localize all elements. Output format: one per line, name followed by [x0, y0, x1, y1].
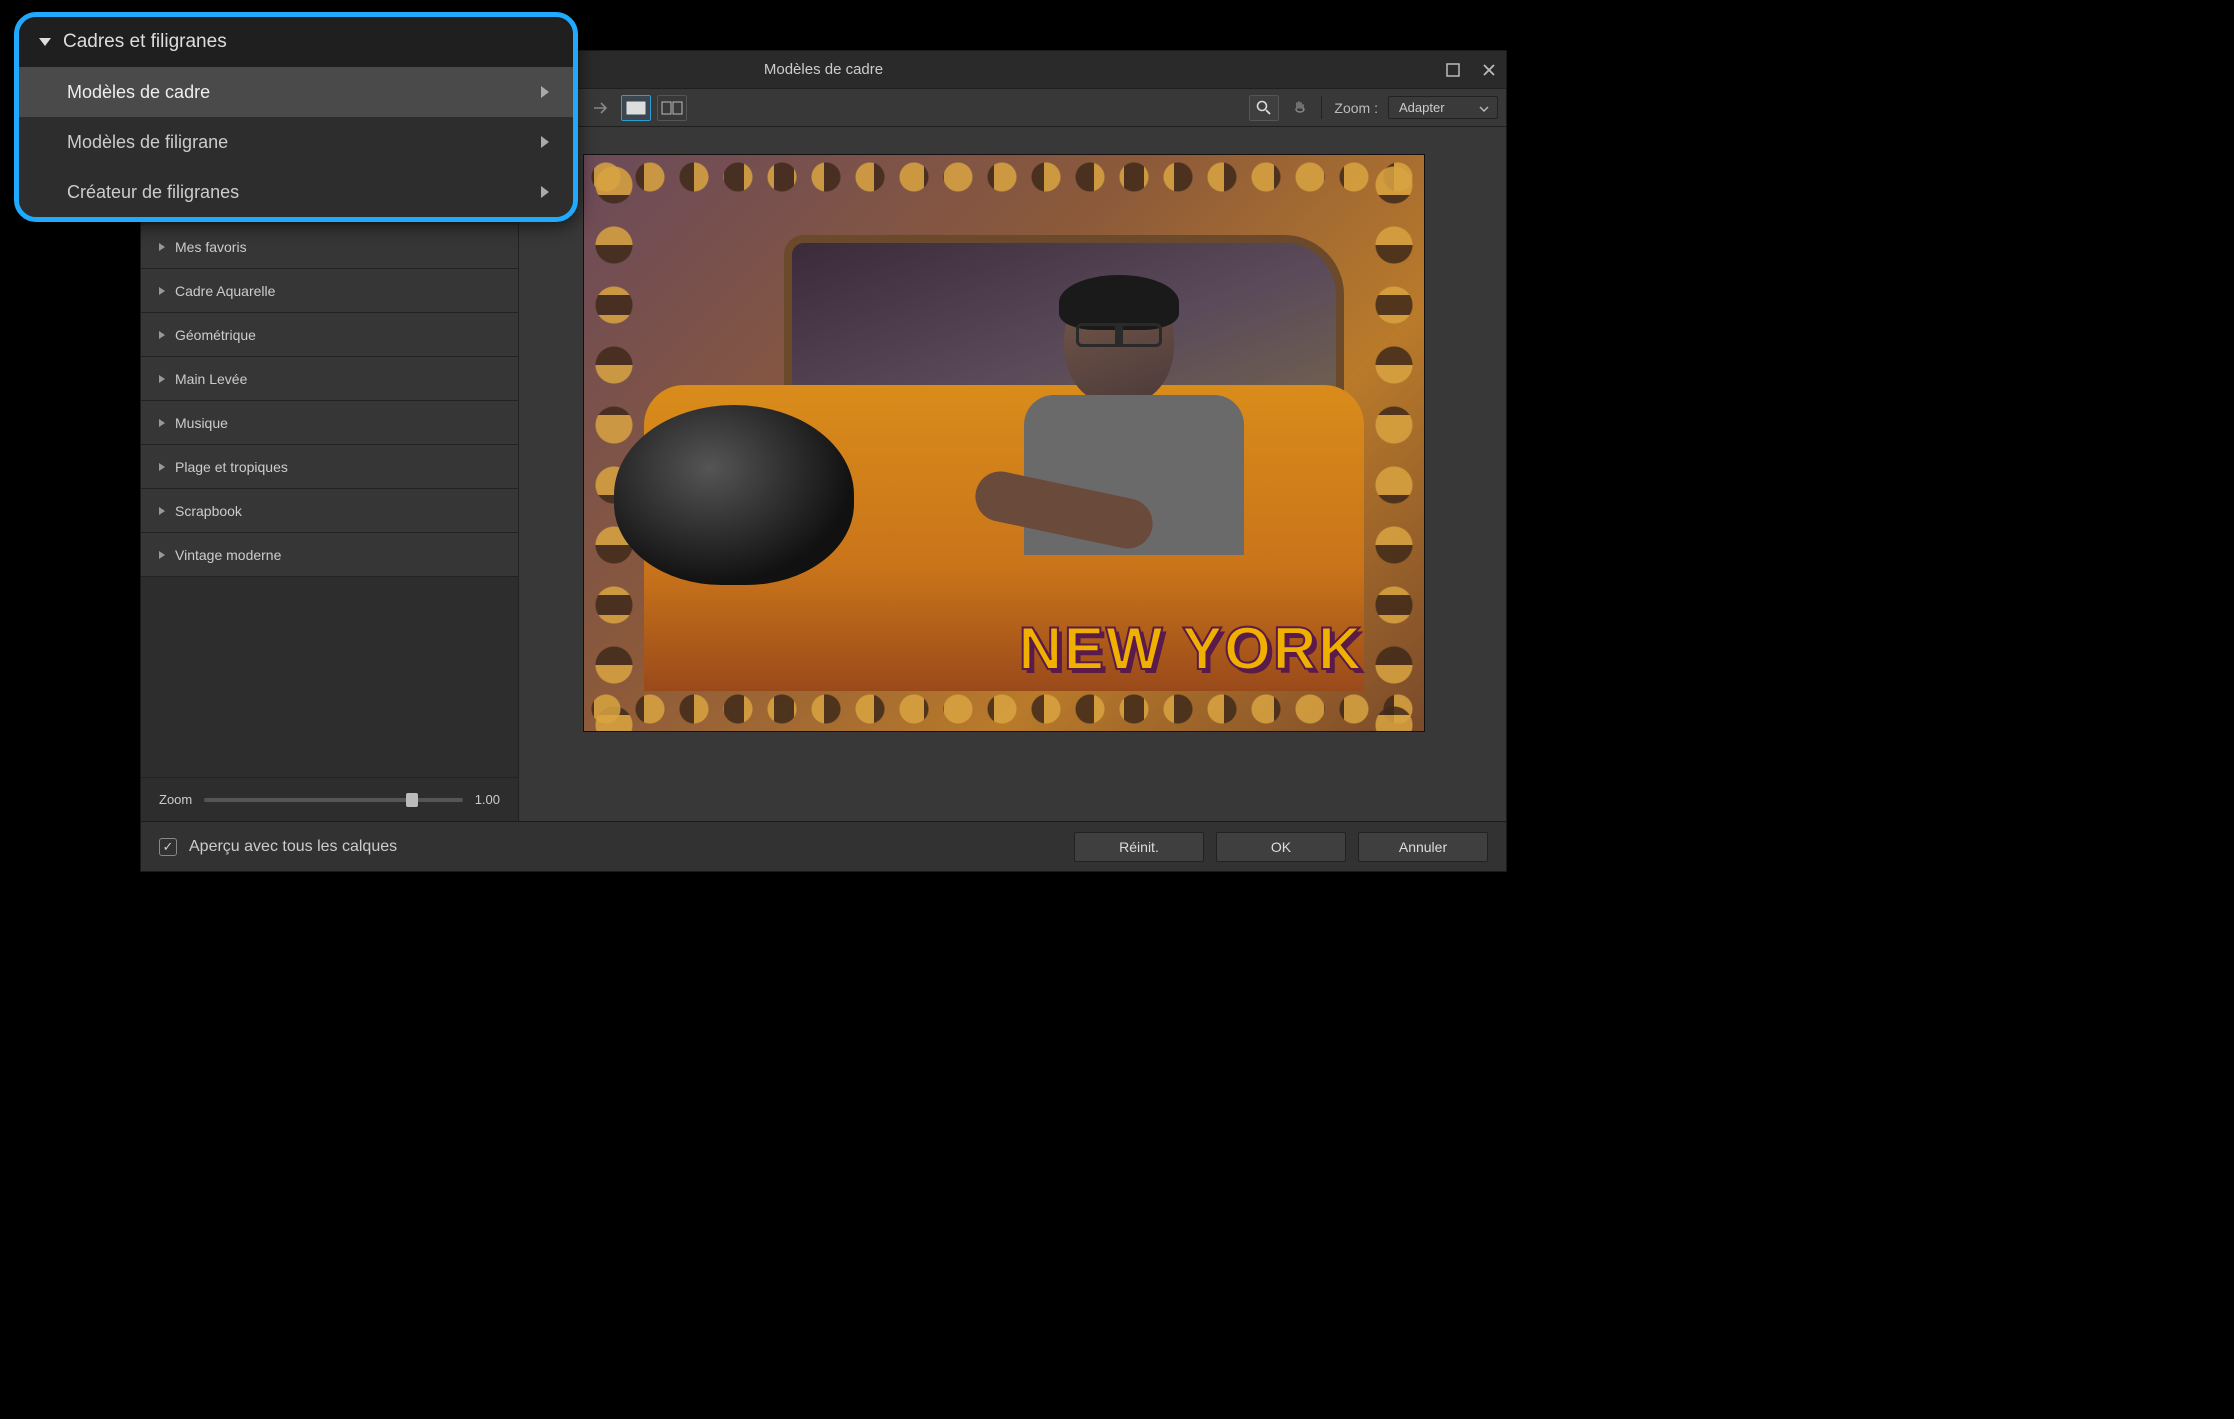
view-split-icon[interactable] [657, 95, 687, 121]
chevron-right-icon [159, 419, 165, 427]
zoom-tool-icon[interactable] [1249, 95, 1279, 121]
dialog-footer: ✓ Aperçu avec tous les calques Réinit. O… [141, 821, 1506, 871]
cancel-button[interactable]: Annuler [1358, 832, 1488, 862]
thumbnail-zoom-label: Zoom [159, 792, 192, 807]
maximize-icon[interactable] [1442, 59, 1464, 81]
thumbnail-zoom-slider[interactable] [204, 798, 462, 802]
chevron-right-icon [541, 136, 549, 148]
preview-canvas[interactable]: NEW YORK [584, 155, 1424, 731]
zoom-label: Zoom : [1334, 100, 1378, 116]
category-item[interactable]: Vintage moderne [141, 533, 518, 577]
ok-button[interactable]: OK [1216, 832, 1346, 862]
menu-item-watermark-creator[interactable]: Créateur de filigranes [19, 167, 573, 217]
photo-mirror [614, 405, 854, 585]
category-label: Géométrique [175, 327, 256, 343]
dialog-title: Modèles de cadre [764, 61, 883, 78]
menu-item-label: Créateur de filigranes [67, 182, 239, 203]
chevron-right-icon [541, 186, 549, 198]
chevron-right-icon [159, 287, 165, 295]
chevron-right-icon [159, 507, 165, 515]
menu-header[interactable]: Cadres et filigranes [19, 17, 573, 67]
menu-item-label: Modèles de filigrane [67, 132, 228, 153]
thumbnail-zoom-row: Zoom 1.00 [141, 777, 518, 821]
chevron-right-icon [159, 463, 165, 471]
close-icon[interactable] [1478, 59, 1500, 81]
view-single-icon[interactable] [621, 95, 651, 121]
category-item[interactable]: Plage et tropiques [141, 445, 518, 489]
menu-header-label: Cadres et filigranes [63, 31, 227, 53]
nav-forward-icon[interactable] [585, 95, 615, 121]
frames-watermarks-menu: Cadres et filigranes Modèles de cadre Mo… [14, 12, 578, 222]
menu-item-frame-templates[interactable]: Modèles de cadre [19, 67, 573, 117]
category-item[interactable]: Scrapbook [141, 489, 518, 533]
chevron-right-icon [541, 86, 549, 98]
thumbnail-zoom-value: 1.00 [475, 792, 500, 807]
chevron-right-icon [159, 243, 165, 251]
menu-item-label: Modèles de cadre [67, 82, 210, 103]
frame-title-text: NEW YORK [1019, 614, 1364, 683]
category-label: Main Levée [175, 371, 247, 387]
triangle-down-icon [39, 38, 51, 46]
chevron-right-icon [159, 551, 165, 559]
category-label: Cadre Aquarelle [175, 283, 275, 299]
category-label: Musique [175, 415, 228, 431]
photo-person [1004, 275, 1224, 535]
chevron-right-icon [159, 331, 165, 339]
zoom-value: Adapter [1399, 100, 1445, 115]
category-label: Vintage moderne [175, 547, 281, 563]
category-item[interactable]: Main Levée [141, 357, 518, 401]
category-item[interactable]: Cadre Aquarelle [141, 269, 518, 313]
window-controls [1442, 51, 1500, 88]
category-label: Mes favoris [175, 239, 247, 255]
category-item[interactable]: Musique [141, 401, 518, 445]
preview-area: NEW YORK [519, 127, 1506, 821]
frame-border-top [584, 155, 1424, 199]
category-label: Plage et tropiques [175, 459, 288, 475]
category-item[interactable]: Mes favoris [141, 225, 518, 269]
preview-all-layers-label: Aperçu avec tous les calques [189, 838, 397, 856]
pan-tool-icon[interactable] [1285, 95, 1315, 121]
chevron-down-icon [1479, 100, 1489, 115]
category-item[interactable]: Géométrique [141, 313, 518, 357]
preview-all-layers-checkbox[interactable]: ✓ [159, 838, 177, 856]
menu-item-watermark-templates[interactable]: Modèles de filigrane [19, 117, 573, 167]
category-list: Mes favoris Cadre Aquarelle Géométrique … [141, 127, 518, 777]
frame-border-bottom [584, 687, 1424, 731]
chevron-right-icon [159, 375, 165, 383]
category-panel: Mes favoris Cadre Aquarelle Géométrique … [141, 127, 519, 821]
slider-knob[interactable] [406, 793, 418, 807]
zoom-dropdown[interactable]: Adapter [1388, 96, 1498, 119]
reset-button[interactable]: Réinit. [1074, 832, 1204, 862]
category-label: Scrapbook [175, 503, 242, 519]
